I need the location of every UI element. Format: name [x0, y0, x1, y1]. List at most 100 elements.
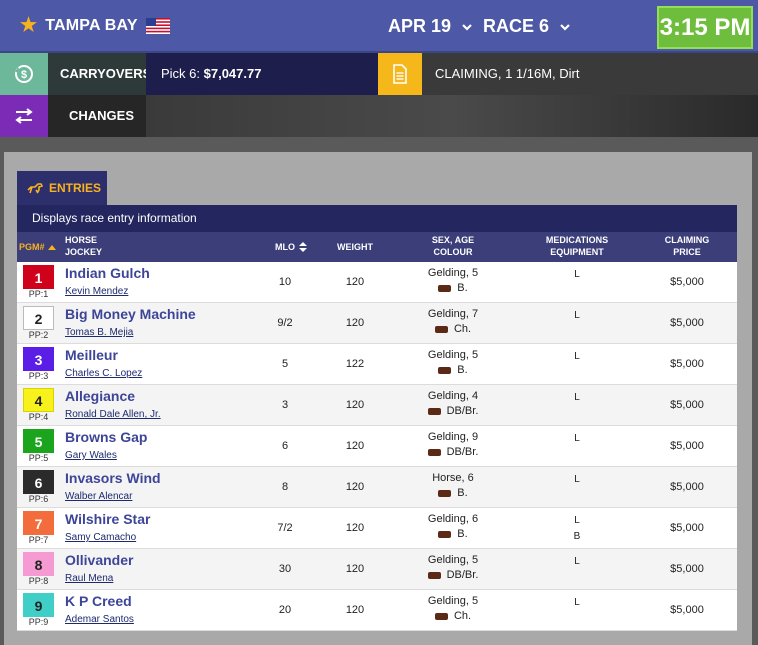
medication: L — [574, 597, 580, 608]
pick6-prefix: Pick 6: — [161, 66, 204, 81]
track-selector[interactable]: ★ TAMPA BAY — [20, 16, 170, 35]
claiming-price: $5,000 — [670, 399, 704, 411]
table-row[interactable]: 7 PP:7 Wilshire Star Samy Camacho 7/2 12… — [17, 508, 737, 549]
sex-age: Gelding, 4 — [427, 390, 479, 402]
medications-equipment: L — [537, 472, 617, 488]
colour: DB/Br. — [403, 405, 503, 417]
jockey-link[interactable]: Gary Wales — [65, 450, 117, 461]
jockey-link[interactable]: Ademar Santos — [65, 614, 134, 625]
weight: 120 — [345, 481, 365, 493]
medication: L — [574, 392, 580, 403]
jockey-link[interactable]: Ronald Dale Allen, Jr. — [65, 409, 161, 420]
horse-name[interactable]: Browns Gap — [65, 429, 147, 445]
claiming-price: $5,000 — [670, 317, 704, 329]
weight: 120 — [345, 604, 365, 616]
colour: B. — [403, 528, 503, 540]
jockey-link[interactable]: Tomas B. Mejia — [65, 327, 133, 338]
jockey-link[interactable]: Samy Camacho — [65, 532, 136, 543]
medication: L — [574, 269, 580, 280]
date-selector[interactable]: APR 19 — [388, 16, 473, 37]
weight: 120 — [345, 399, 365, 411]
sex-age: Gelding, 5 — [427, 595, 479, 607]
race-header-bar: ★ TAMPA BAY APR 19 RACE 6 3:15 PM — [0, 0, 758, 53]
table-row[interactable]: 3 PP:3 Meilleur Charles C. Lopez 5 122 G… — [17, 344, 737, 385]
horse-name[interactable]: Indian Gulch — [65, 265, 150, 281]
column-price: PRICE — [673, 247, 701, 257]
table-row[interactable]: 9 PP:9 K P Creed Ademar Santos 20 120 Ge… — [17, 590, 737, 631]
jockey-link[interactable]: Kevin Mendez — [65, 286, 128, 297]
column-colour: COLOUR — [433, 247, 473, 257]
jockey-link[interactable]: Raul Mena — [65, 573, 113, 584]
claiming-price: $5,000 — [670, 481, 704, 493]
horse-name[interactable]: Invasors Wind — [65, 470, 161, 486]
morning-line-odds: 10 — [278, 276, 292, 288]
sex-age: Horse, 6 — [432, 472, 474, 484]
date-label: APR 19 — [388, 16, 452, 36]
medications-equipment: L — [537, 349, 617, 365]
horse-icon — [27, 183, 43, 194]
column-equipment: EQUIPMENT — [550, 247, 604, 257]
claiming-price: $5,000 — [670, 522, 704, 534]
morning-line-odds: 3 — [281, 399, 289, 411]
column-horse: HORSE — [65, 235, 98, 245]
tab-entries[interactable]: ENTRIES — [17, 171, 107, 205]
saddle-cloth-number: 3 — [23, 347, 54, 371]
colour-swatch — [438, 284, 452, 292]
race-selector[interactable]: RACE 6 — [483, 16, 571, 37]
post-position: PP:5 — [28, 453, 49, 463]
morning-line-odds: 20 — [278, 604, 292, 616]
column-medications: MEDICATIONS — [545, 235, 609, 245]
medication: L — [574, 351, 580, 362]
track-name: TAMPA BAY — [45, 16, 138, 34]
medications-equipment: L — [537, 390, 617, 406]
horse-name[interactable]: Allegiance — [65, 388, 135, 404]
column-pgm-sort[interactable]: PGM# — [19, 241, 56, 253]
colour-label: B. — [457, 364, 468, 376]
table-row[interactable]: 4 PP:4 Allegiance Ronald Dale Allen, Jr.… — [17, 385, 737, 426]
post-position: PP:6 — [28, 494, 49, 504]
table-row[interactable]: 6 PP:6 Invasors Wind Walber Alencar 8 12… — [17, 467, 737, 508]
morning-line-odds: 9/2 — [277, 317, 293, 329]
entries-panel: ENTRIES Displays race entry information … — [4, 152, 752, 645]
horse-name[interactable]: Ollivander — [65, 552, 133, 568]
sex-age: Gelding, 7 — [427, 308, 479, 320]
carryovers-button[interactable]: CARRYOVERS — [48, 53, 151, 95]
medications-equipment: L — [537, 308, 617, 324]
colour-label: DB/Br. — [446, 446, 479, 458]
colour: DB/Br. — [403, 446, 503, 458]
claiming-price: $5,000 — [670, 604, 704, 616]
jockey-link[interactable]: Charles C. Lopez — [65, 368, 142, 379]
horse-name[interactable]: Wilshire Star — [65, 511, 150, 527]
document-icon — [378, 53, 422, 95]
column-claiming-price: CLAIMING PRICE — [645, 234, 729, 258]
table-row[interactable]: 2 PP:2 Big Money Machine Tomas B. Mejia … — [17, 303, 737, 344]
saddle-cloth-number: 7 — [23, 511, 54, 535]
colour-label: B. — [457, 528, 468, 540]
table-row[interactable]: 8 PP:8 Ollivander Raul Mena 30 120 Geldi… — [17, 549, 737, 590]
medication: L — [574, 556, 580, 567]
medications-equipment: LB — [537, 513, 617, 545]
colour-swatch — [427, 571, 441, 579]
table-row[interactable]: 1 PP:1 Indian Gulch Kevin Mendez 10 120 … — [17, 262, 737, 303]
table-row[interactable]: 5 PP:5 Browns Gap Gary Wales 6 120 Geldi… — [17, 426, 737, 467]
horse-name[interactable]: Big Money Machine — [65, 306, 196, 322]
jockey-link[interactable]: Walber Alencar — [65, 491, 132, 502]
sex-age: Gelding, 5 — [427, 554, 479, 566]
column-mlo-sort[interactable]: MLO — [275, 241, 307, 253]
favorite-star-icon[interactable]: ★ — [20, 16, 37, 35]
horse-name[interactable]: Meilleur — [65, 347, 118, 363]
morning-line-odds: 30 — [278, 563, 292, 575]
medication: L — [574, 474, 580, 485]
sex-age: Gelding, 6 — [427, 513, 479, 525]
carryover-coin-icon: $ — [0, 53, 48, 95]
colour: DB/Br. — [403, 569, 503, 581]
claiming-price: $5,000 — [670, 358, 704, 370]
colour-label: DB/Br. — [446, 405, 479, 417]
entries-table-header: PGM# HORSE JOCKEY MLO WEIGHT SEX, AGE CO… — [17, 232, 737, 262]
pick6-carryover: Pick 6: $7,047.77 — [146, 53, 378, 95]
horse-name[interactable]: K P Creed — [65, 593, 132, 609]
changes-button[interactable]: CHANGES — [48, 95, 146, 137]
claiming-price: $5,000 — [670, 563, 704, 575]
colour-swatch — [434, 612, 448, 620]
swap-arrows-icon — [0, 95, 48, 137]
